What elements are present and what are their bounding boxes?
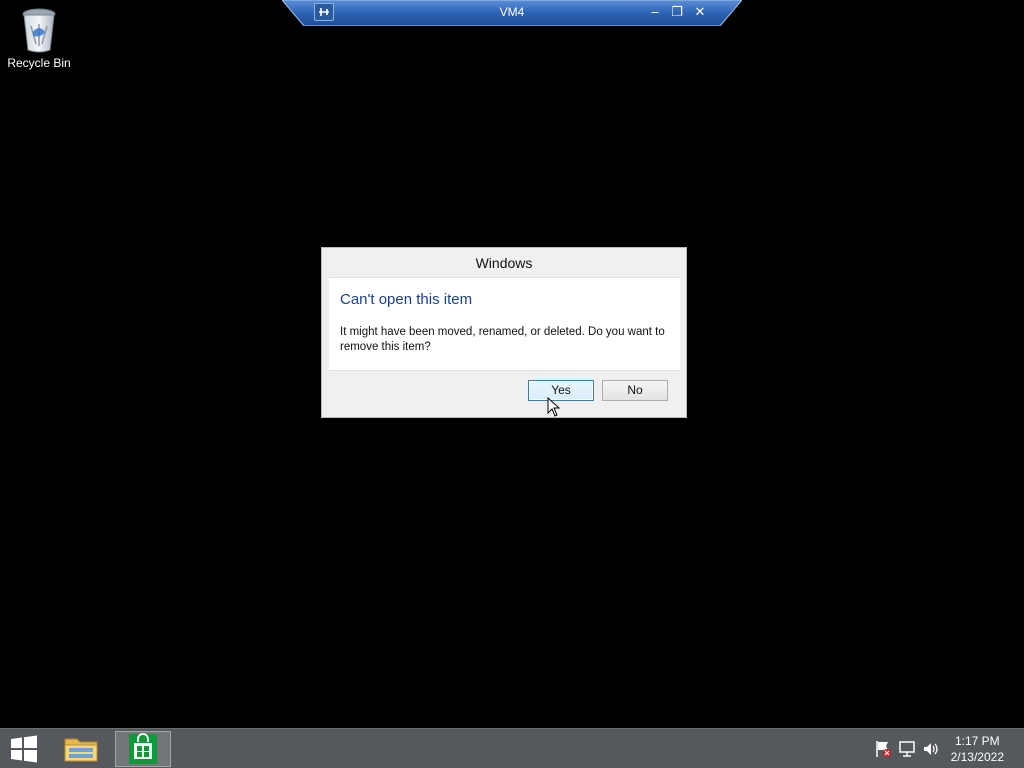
no-button[interactable]: No (602, 380, 668, 401)
dialog-message: It might have been moved, renamed, or de… (340, 326, 665, 353)
mouse-cursor-icon (547, 397, 561, 417)
yes-button[interactable]: Yes (528, 380, 594, 401)
restore-icon[interactable]: ❐ (668, 3, 686, 21)
file-explorer-taskbar-button[interactable] (53, 731, 109, 767)
volume-icon[interactable] (922, 739, 940, 759)
clock[interactable]: 1:17 PM 2/13/2022 (951, 733, 1004, 765)
cant-open-dialog: Windows Can't open this item It might ha… (321, 247, 687, 418)
close-icon[interactable]: ✕ (691, 3, 709, 21)
store-taskbar-button[interactable] (115, 731, 171, 767)
taskbar: 1:17 PM 2/13/2022 (0, 728, 1024, 768)
file-explorer-icon (64, 738, 98, 762)
minimize-icon[interactable]: – (646, 3, 664, 21)
dialog-title: Windows (475, 255, 533, 271)
desktop-icon-recycle-bin[interactable]: Recycle Bin (4, 6, 74, 70)
dialog-heading: Can't open this item (340, 291, 473, 308)
recycle-bin-icon (22, 8, 56, 53)
network-icon[interactable] (898, 739, 916, 759)
clock-time: 1:17 PM (954, 734, 1000, 748)
dialog-button-row: Yes No (329, 370, 680, 412)
recycle-bin-label: Recycle Bin (7, 56, 71, 70)
dialog-content: Can't open this item It might have been … (329, 277, 680, 370)
action-center-flag-icon[interactable] (874, 739, 892, 759)
remote-connection-bar: VM4 – ❐ ✕ (282, 0, 742, 26)
clock-date: 2/13/2022 (950, 750, 1004, 764)
store-icon (129, 733, 157, 764)
windows-start-icon[interactable] (8, 735, 40, 763)
